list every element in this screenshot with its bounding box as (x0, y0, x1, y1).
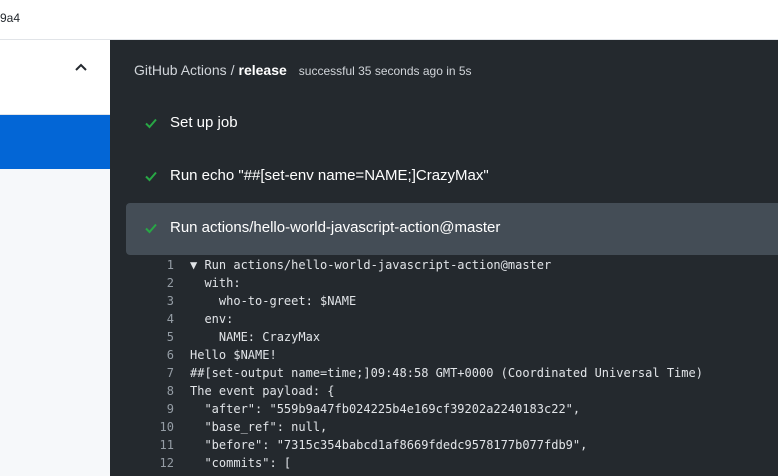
step-label: Run actions/hello-world-javascript-actio… (170, 219, 501, 236)
step-log: 1 ▼ Run actions/hello-world-javascript-ac… (126, 256, 778, 472)
log-text: "after": "559b9a47fb024225b4e169cf39202a… (190, 402, 581, 416)
log-line[interactable]: 7 ##[set-output name=time;]09:48:58 GMT+0… (126, 364, 778, 382)
sidebar (0, 40, 111, 476)
log-text: with: (190, 276, 241, 290)
line-number: 6 (166, 348, 174, 362)
log-text: ##[set-output name=time;]09:48:58 GMT+00… (190, 366, 703, 380)
line-number: 4 (166, 312, 174, 326)
line-number: 3 (166, 294, 174, 308)
chevron-up-icon[interactable] (75, 62, 87, 72)
log-text: ▼ Run actions/hello-world-javascript-act… (190, 258, 552, 272)
log-text: The event payload: { (190, 384, 335, 398)
line-number: 7 (166, 366, 174, 380)
top-bar: 9a4 (0, 0, 778, 40)
check-icon (145, 171, 157, 182)
log-line[interactable]: 8 The event payload: { (126, 382, 778, 400)
job-log-panel: GitHub Actions / release successful 35 seco… (110, 40, 778, 476)
check-icon (145, 118, 157, 129)
line-number: 1 (166, 258, 174, 272)
log-text: env: (190, 312, 234, 326)
line-number: 12 (159, 456, 174, 470)
log-line[interactable]: 3 who-to-greet: $NAME (126, 292, 778, 310)
line-number: 5 (166, 330, 174, 344)
log-line[interactable]: 1 ▼ Run actions/hello-world-javascript-ac… (126, 256, 778, 274)
step-label: Run echo "##[set-env name=NAME;]CrazyMax… (170, 167, 489, 184)
log-text: "commits": [ (190, 456, 292, 470)
breadcrumb: GitHub Actions / release successful 35 seco… (134, 62, 472, 78)
step-set-up-job[interactable]: Set up job (126, 98, 778, 150)
breadcrumb-separator: / (230, 62, 235, 78)
sidebar-item-active[interactable] (0, 115, 110, 169)
commit-sha: 9a4 (0, 11, 21, 25)
log-text: "base_ref": null, (190, 420, 328, 434)
log-text: "before": "7315c354babcd1af8669fdedc9578… (190, 438, 588, 452)
line-number: 9 (166, 402, 174, 416)
step-run-echo[interactable]: Run echo "##[set-env name=NAME;]CrazyMax… (126, 151, 778, 203)
log-line[interactable]: 6 Hello $NAME! (126, 346, 778, 364)
log-line[interactable]: 4 env: (126, 310, 778, 328)
line-number: 10 (159, 420, 174, 434)
run-status: successful 35 seconds ago in 5s (298, 64, 472, 78)
log-text: who-to-greet: $NAME (190, 294, 357, 308)
sidebar-header[interactable] (0, 40, 110, 115)
line-number: 8 (166, 384, 174, 398)
line-number: 2 (166, 276, 174, 290)
step-run-hello-world-action[interactable]: Run actions/hello-world-javascript-actio… (126, 203, 778, 255)
log-line[interactable]: 12 "commits": [ (126, 454, 778, 472)
log-text: NAME: CrazyMax (190, 330, 321, 344)
log-line[interactable]: 9 "after": "559b9a47fb024225b4e169cf3920… (126, 400, 778, 418)
step-label: Set up job (170, 114, 238, 131)
log-line[interactable]: 2 with: (126, 274, 778, 292)
log-line[interactable]: 11 "before": "7315c354babcd1af8669fdedc9… (126, 436, 778, 454)
breadcrumb-workflow[interactable]: release (239, 62, 287, 78)
log-text: Hello $NAME! (190, 348, 277, 362)
log-line[interactable]: 5 NAME: CrazyMax (126, 328, 778, 346)
log-line[interactable]: 10 "base_ref": null, (126, 418, 778, 436)
breadcrumb-owner[interactable]: GitHub Actions (134, 62, 227, 78)
line-number: 11 (159, 438, 174, 452)
check-icon (145, 223, 157, 234)
